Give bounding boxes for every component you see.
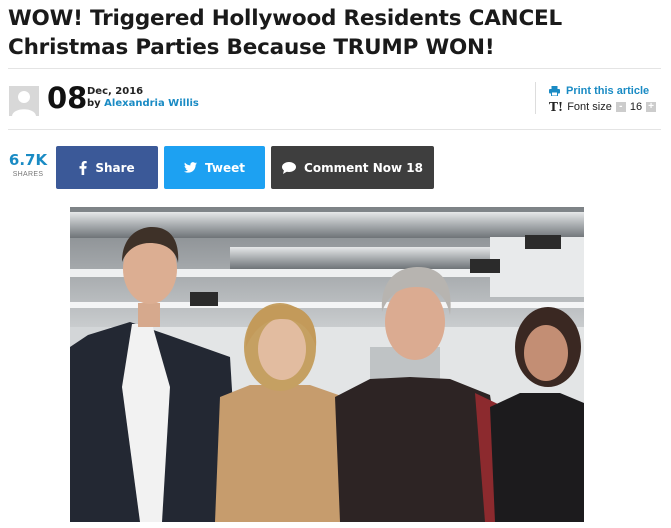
- post-month-year: Dec, 2016: [87, 86, 144, 97]
- print-label: Print this article: [566, 85, 650, 97]
- share-count: 6.7K: [8, 151, 48, 169]
- byline: by Alexandria Willis: [87, 98, 199, 109]
- comment-now-button[interactable]: Comment Now 18: [271, 146, 434, 189]
- font-increase-button[interactable]: +: [646, 102, 657, 112]
- twitter-icon: [184, 162, 198, 173]
- comment-now-label: Comment Now 18: [304, 160, 423, 175]
- divider-bottom: [8, 129, 661, 130]
- print-article-link[interactable]: Print this article: [549, 85, 649, 97]
- tools-divider: [535, 82, 536, 114]
- default-avatar-icon: [9, 86, 39, 116]
- font-size-icon: T!: [549, 100, 564, 114]
- facebook-share-label: Share: [95, 160, 135, 175]
- comment-bubble-icon: [282, 161, 297, 174]
- font-size-label: Font size: [567, 101, 612, 113]
- article-photo: [70, 207, 584, 522]
- divider-top: [8, 68, 661, 69]
- twitter-tweet-button[interactable]: Tweet: [164, 146, 265, 189]
- font-size-control: T! Font size - 16 +: [549, 100, 657, 114]
- twitter-tweet-label: Tweet: [205, 160, 245, 175]
- author-avatar[interactable]: [9, 86, 39, 116]
- facebook-share-button[interactable]: Share: [56, 146, 158, 189]
- font-decrease-button[interactable]: -: [615, 102, 626, 112]
- author-link[interactable]: Alexandria Willis: [104, 98, 199, 109]
- printer-icon: [549, 86, 560, 96]
- article-photo-image: [70, 207, 584, 522]
- share-count-label: SHARES: [12, 171, 44, 178]
- font-size-value: 16: [629, 101, 643, 113]
- post-day: 08: [47, 81, 88, 115]
- byline-prefix: by: [87, 98, 101, 109]
- article-title: WOW! Triggered Hollywood Residents CANCE…: [8, 6, 563, 60]
- facebook-icon: [79, 160, 88, 175]
